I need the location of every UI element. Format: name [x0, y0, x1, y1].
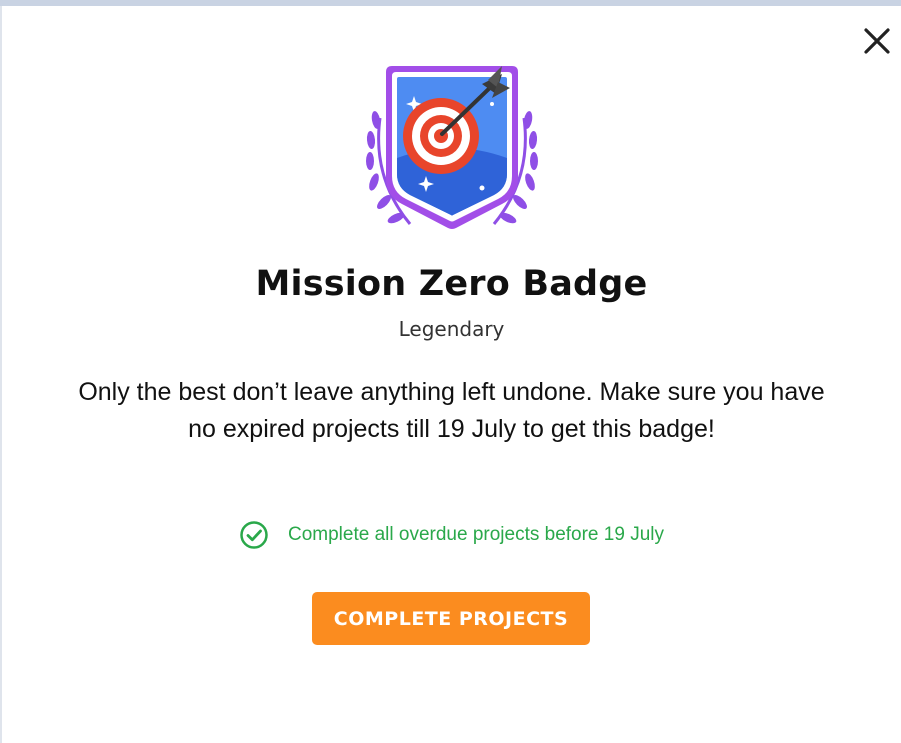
badge-description: Only the best don’t leave anything left … [78, 378, 825, 443]
check-circle-icon [240, 521, 268, 549]
requirement-item: Complete all overdue projects before 19 … [2, 520, 901, 550]
requirement-text: Complete all overdue projects before 19 … [288, 524, 664, 545]
target-arrow-badge-icon [366, 66, 538, 229]
close-button[interactable] [860, 24, 894, 58]
badge-rarity: Legendary [398, 317, 505, 341]
complete-projects-button[interactable]: COMPLETE PROJECTS [312, 592, 590, 645]
badge-title: Mission Zero Badge [255, 264, 648, 304]
badge-modal: Mission Zero Badge Legendary Only the be… [2, 6, 901, 743]
badge-illustration [362, 58, 542, 238]
close-icon [864, 28, 890, 54]
